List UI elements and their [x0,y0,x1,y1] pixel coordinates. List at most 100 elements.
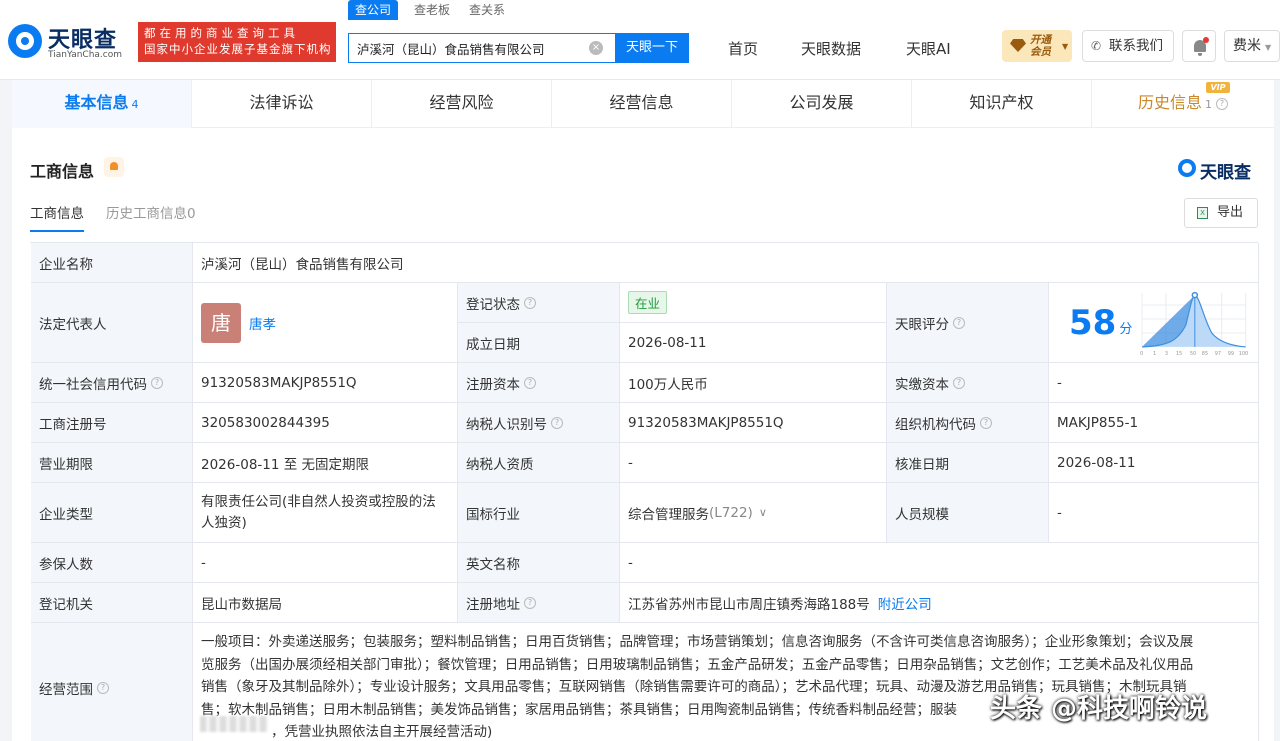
label-credit-code: 统一社会信用代码? [31,363,193,403]
score-axis-tick: 0 [1140,350,1143,356]
chevron-down-icon: ▼ [1265,43,1272,52]
label-company-name: 企业名称 [31,243,193,283]
label-insured: 参保人数 [31,543,193,583]
tab-basic-info[interactable]: 基本信息 4 [12,80,192,128]
tab-business[interactable]: 经营信息 [552,80,732,128]
label-address: 注册地址? [458,583,620,623]
taxpayer-id: 91320583MAKJP8551Q [620,403,887,443]
tianyancha-logo[interactable]: 天眼查 TianYanCha.com [8,22,134,62]
tab-label: 历史信息 [1137,93,1202,112]
label-scope: 经营范围? [31,623,193,741]
clear-icon[interactable]: × [589,41,603,55]
label-term: 营业期限 [31,443,193,483]
legal-rep-link[interactable]: 唐孝 [249,313,276,333]
label-text: 注册资本 [466,376,520,393]
scope-line: 一般项目：外卖递送服务；包装服务；塑料制品销售；日用百货销售；品牌管理；市场营销… [201,634,1194,650]
english-name: - [620,543,1259,583]
label-taxpayer-qual: 纳税人资质 [458,443,620,483]
user-menu[interactable]: 费米 ▼ [1224,30,1280,62]
label-org-code: 组织机构代码? [887,403,1049,443]
industry: 综合管理服务 [628,506,709,523]
help-icon[interactable]: ? [524,376,536,389]
nav-ai[interactable]: 天眼AI [906,38,951,59]
score-cell[interactable]: 58 分 0 1 3 15 50 85 97 99 100 [1049,283,1259,363]
score-value: 58 [1069,302,1117,343]
score-axis-tick: 3 [1165,350,1168,356]
label-reg-capital: 注册资本? [458,363,620,403]
contact-label: 联系我们 [1109,38,1163,54]
tab-label: 公司发展 [789,93,854,112]
label-text: 天眼评分 [895,316,949,333]
monitor-bell-icon[interactable] [104,157,124,177]
tab-label: 经营信息 [609,93,674,112]
tab-development[interactable]: 公司发展 [732,80,912,128]
search-button[interactable]: 天眼一下 [615,33,689,63]
search-tab-company[interactable]: 查公司 [348,0,399,20]
status-badge: 在业 [628,291,668,314]
legal-rep-cell: 唐 唐孝 [193,283,458,363]
notification-dot [1203,37,1209,43]
nav-home[interactable]: 首页 [728,38,758,59]
tab-ip[interactable]: 知识产权 [912,80,1092,128]
vip-button[interactable]: 开通会员 ▼ [1002,30,1072,62]
notification-button[interactable] [1182,30,1216,62]
search-tab-boss[interactable]: 查老板 [414,0,450,20]
contact-button[interactable]: ✆ 联系我们 [1082,30,1174,62]
help-icon[interactable]: ? [524,596,536,609]
nav-data[interactable]: 天眼数据 [801,38,861,59]
help-icon[interactable]: ? [980,416,992,429]
company-type: 有限责任公司(非自然人投资或控股的法 人独资) [193,483,458,543]
chevron-down-icon: ▼ [1062,42,1069,51]
user-name: 费米 [1233,38,1261,54]
tab-label: 法律诉讼 [249,93,314,112]
term: 2026-08-11 至 无固定期限 [193,443,458,483]
help-icon[interactable]: ? [953,316,965,329]
help-icon[interactable]: ? [953,376,965,389]
avatar[interactable]: 唐 [201,302,241,343]
diamond-icon [1010,39,1026,52]
label-text: 组织机构代码 [895,416,976,433]
staff-size: - [1049,483,1259,543]
label-taxpayer-id: 纳税人识别号? [458,403,620,443]
label-legal-rep: 法定代表人 [31,283,193,363]
company-type-line: 人独资) [201,514,247,531]
logo-eye-icon [1178,159,1196,177]
phone-icon: ✆ [1091,39,1102,53]
reg-authority: 昆山市数据局 [193,583,458,623]
address: 江苏省苏州市昆山市周庄镇秀海路188号 [628,596,870,613]
insured: - [193,543,458,583]
search-box: × 天眼一下 [348,33,689,63]
search-tab-relation[interactable]: 查关系 [469,0,505,20]
industry-code: (L722) [709,504,753,521]
logo-eye-icon [8,24,42,58]
score-axis-tick: 85 [1202,350,1208,356]
subtab-business-info[interactable]: 工商信息 [30,202,84,232]
help-icon[interactable]: ? [151,376,163,389]
score-distribution-chart: 0 1 3 15 50 85 97 99 100 [1140,291,1249,356]
help-icon[interactable]: ? [551,416,563,429]
score-axis-tick: 99 [1228,350,1234,356]
tab-legal[interactable]: 法律诉讼 [192,80,372,128]
help-icon[interactable]: ? [524,296,536,309]
score-axis-tick: 50 [1190,350,1196,356]
org-code: MAKJP855-1 [1049,403,1259,443]
nearby-companies-link[interactable]: 附近公司 [878,593,932,613]
label-biz-reg-no: 工商注册号 [31,403,193,443]
tab-history[interactable]: 历史信息 1? VIP [1092,80,1274,128]
tab-label: 知识产权 [969,93,1034,112]
help-icon[interactable]: ? [1216,97,1228,110]
reg-capital: 100万人民币 [620,363,887,403]
search-input[interactable] [349,34,615,62]
industry-cell[interactable]: 综合管理服务 (L722) ∨ [620,483,887,543]
brand-text: 天眼查 [1200,163,1251,183]
label-company-type: 企业类型 [31,483,193,543]
promo-banner[interactable]: 都在用的商业查询工具 国家中小企业发展子基金旗下机构 [138,22,336,62]
subtab-history-info[interactable]: 历史工商信息0 [106,202,196,222]
help-icon[interactable]: ? [97,681,109,694]
tab-risk[interactable]: 经营风险 [372,80,552,128]
export-button[interactable]: X 导出 [1184,198,1258,228]
label-text: 实缴资本 [895,376,949,393]
address-cell: 江苏省苏州市昆山市周庄镇秀海路188号 附近公司 [620,583,1259,623]
credit-code: 91320583MAKJP8551Q [193,363,458,403]
chevron-down-icon[interactable]: ∨ [759,506,767,519]
